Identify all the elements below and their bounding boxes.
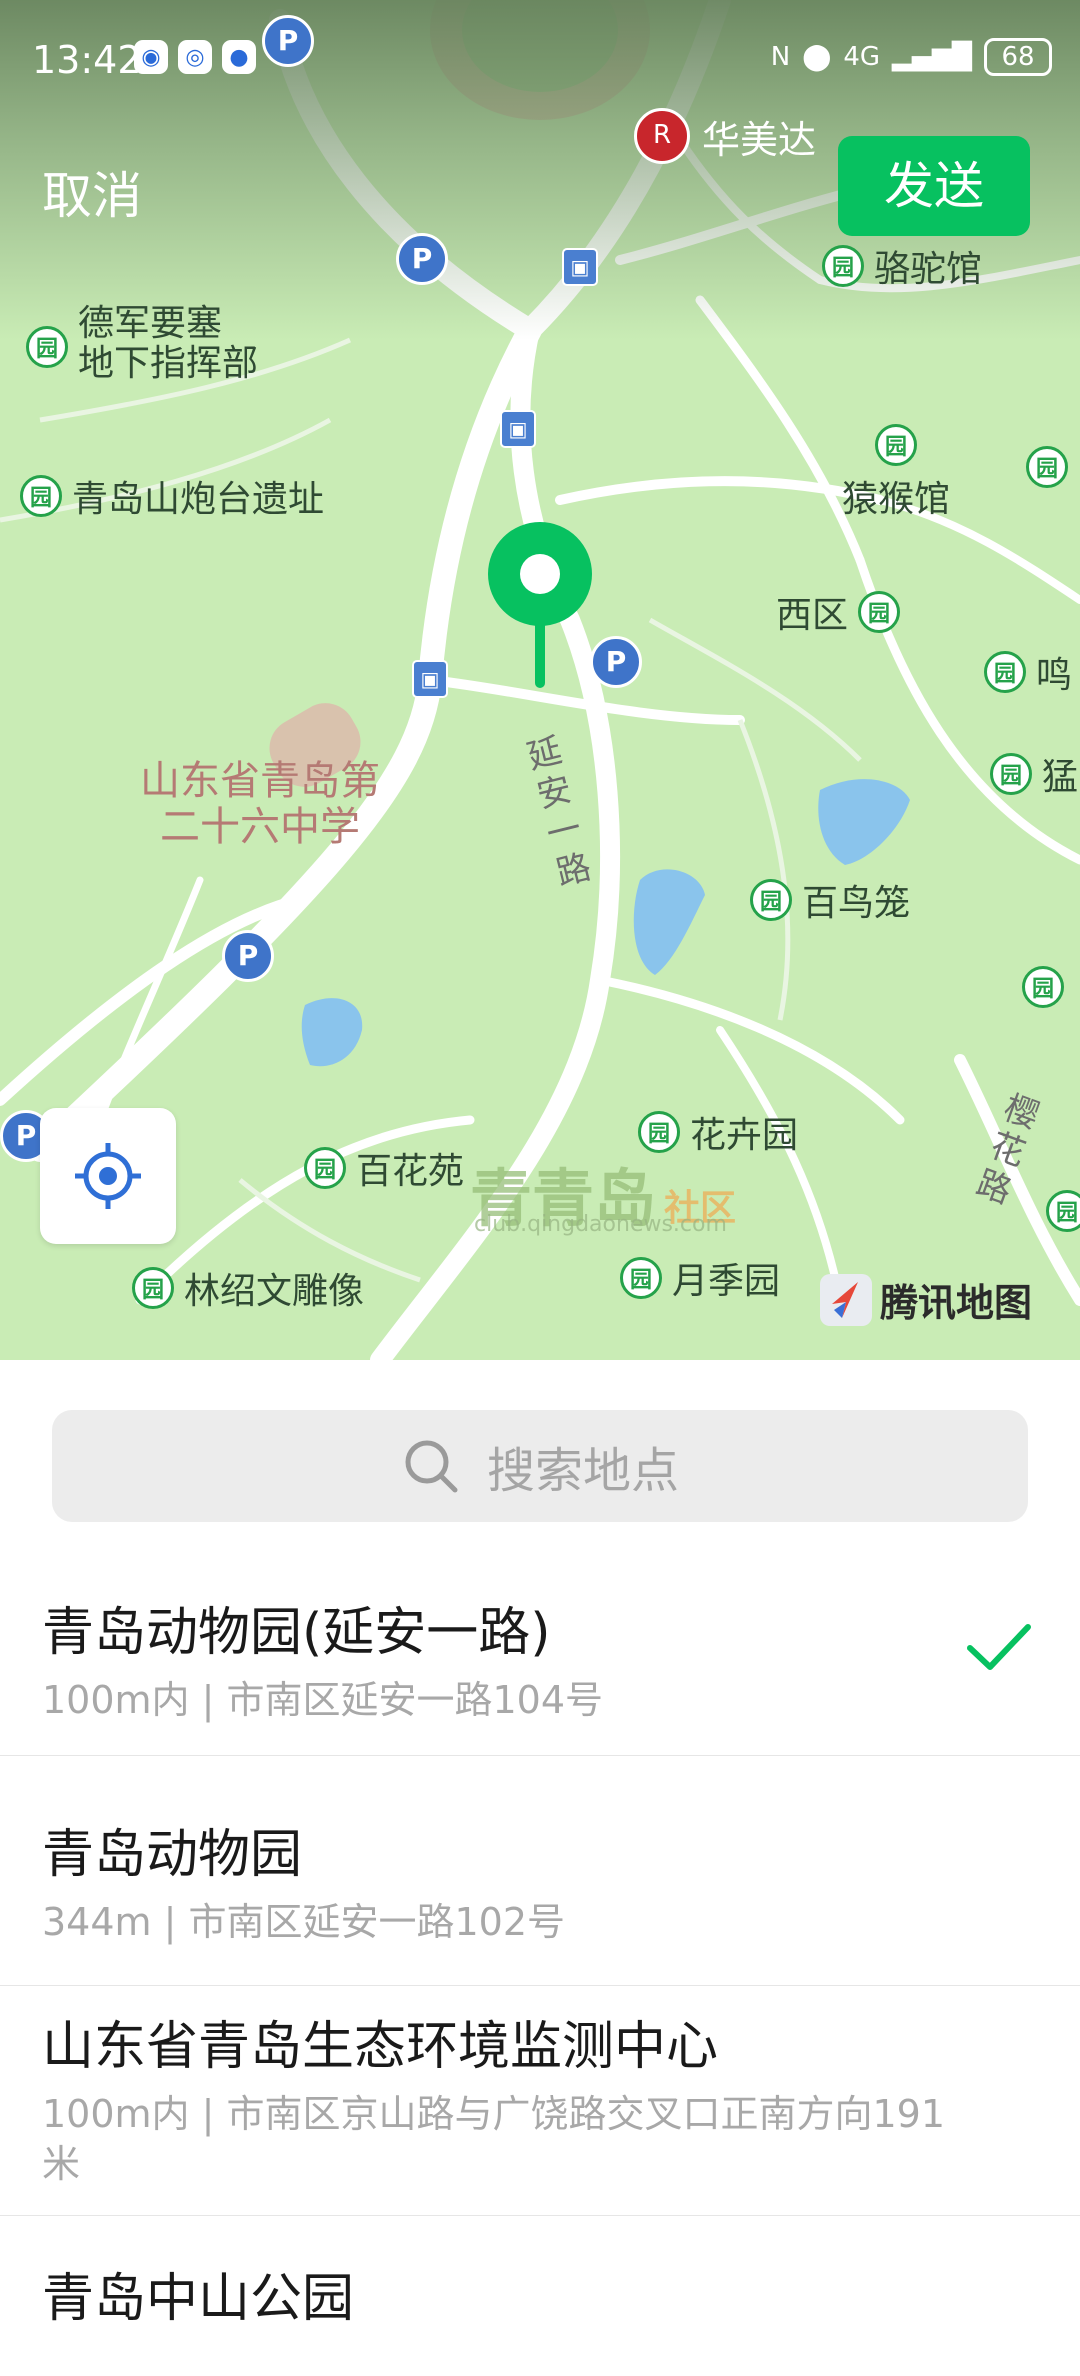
poi-marker[interactable]: 园 骆驼馆 [822,240,982,292]
locate-me-button[interactable] [40,1108,176,1244]
list-item[interactable]: 青岛动物园(延安一路) 100m内 | 市南区延安一路104号 [0,1560,1080,1756]
poi-label: 百花苑 [356,1151,465,1192]
school-label: 山东省青岛第 二十六中学 [140,758,380,850]
poi-label: 百鸟笼 [802,883,911,924]
poi-label: 西区 [776,595,849,636]
poi-marker[interactable]: 园 猛 [990,748,1078,800]
poi-marker[interactable]: 园 [1026,446,1068,488]
provider-name: 腾讯地图 [880,1281,1033,1325]
app-notification-icon: ◎ [178,40,212,74]
location-pin-icon [488,522,592,688]
result-title: 青岛动物园 [42,1825,303,1885]
location-panel: 搜索地点 青岛动物园(延安一路) 100m内 | 市南区延安一路104号 青岛动… [0,1360,1080,2376]
poi-marker[interactable]: 园 [1046,1190,1080,1232]
poi-marker[interactable]: 园 百鸟笼 [750,874,910,926]
park-poi-icon: 园 [1022,966,1064,1008]
park-poi-icon: 园 [132,1267,174,1309]
park-poi-icon: 园 [26,326,68,368]
selected-check-icon [967,1624,1031,1670]
park-poi-icon: 园 [875,424,917,466]
result-subtitle: 100m内 | 市南区延安一路104号 [42,1678,604,1722]
map-provider-logo: 腾讯地图 [820,1272,1032,1327]
poi-label: 猿猴馆 [842,479,951,520]
park-poi-icon: 园 [984,651,1026,693]
bus-stop-icon: ▣ [500,410,536,448]
result-title: 山东省青岛生态环境监测中心 [42,2017,719,2077]
poi-marker[interactable]: 园 西区 [776,586,901,638]
poi-marker[interactable]: 园 林绍文雕像 [132,1262,364,1314]
poi-label: 青岛山炮台遗址 [72,479,325,520]
list-item[interactable]: 山东省青岛生态环境监测中心 100m内 | 市南区京山路与广饶路交叉口正南方向1… [0,1986,1080,2216]
park-poi-icon: 园 [990,753,1032,795]
hotel-icon: R [634,108,690,164]
tencent-map-icon [820,1273,872,1326]
battery-indicator: 68 [984,38,1052,76]
status-indicators: N ⬤ 4G ▂▄▆█ 68 [771,38,1052,76]
poi-marker[interactable]: 园 猿猴馆 [842,424,950,522]
search-icon [405,1440,458,1493]
search-input[interactable]: 搜索地点 [52,1410,1028,1522]
result-title: 青岛动物园(延安一路) [42,1603,551,1663]
result-subtitle: 100m内 | 市南区京山路与广饶路交叉口正南方向191米 [42,2092,946,2186]
watermark-url: club.qingdaonews.com [474,1212,727,1237]
parking-icon: P [590,636,642,688]
nfc-icon: N [770,42,791,72]
poi-label: 林绍文雕像 [184,1271,365,1312]
poi-label: 骆驼馆 [874,249,983,290]
bus-stop-icon: ▣ [412,660,448,698]
bus-stop-icon: ▣ [562,248,598,286]
park-poi-icon: 园 [304,1147,346,1189]
park-poi-icon: 园 [20,475,62,517]
signal-icon: ▂▄▆█ [892,42,972,72]
poi-label: 猛 [1042,757,1079,798]
poi-marker[interactable]: 园 青岛山炮台遗址 [20,470,324,522]
parking-icon: P [222,930,274,982]
list-item[interactable]: 青岛动物园 344m | 市南区延安一路102号 [0,1756,1080,1986]
park-poi-icon: 园 [638,1111,680,1153]
poi-marker[interactable]: 园 [1022,966,1064,1008]
cancel-button[interactable]: 取消 [42,156,142,228]
location-icon: ⬤ [802,42,832,72]
park-poi-icon: 园 [822,245,864,287]
parking-icon: P [262,15,314,67]
park-poi-icon: 园 [620,1257,662,1299]
poi-marker[interactable]: 园 德军要塞 地下指挥部 [26,304,258,384]
poi-label: 德军要塞 地下指挥部 [78,303,259,384]
results-list: 青岛动物园(延安一路) 100m内 | 市南区延安一路104号 青岛动物园 34… [0,1560,1080,2336]
park-poi-icon: 园 [1046,1190,1080,1232]
app-notification-icon: ● [222,40,256,74]
poi-marker[interactable]: 园 月季园 [620,1252,780,1304]
park-poi-icon: 园 [750,879,792,921]
poi-hotel[interactable]: R 华美达 [634,108,816,164]
poi-label: 鸣 [1036,655,1073,696]
send-button[interactable]: 发送 [838,136,1030,236]
search-placeholder: 搜索地点 [486,1443,679,1499]
poi-label: 月季园 [672,1261,781,1302]
park-poi-icon: 园 [858,591,901,633]
list-item[interactable]: 青岛中山公园 [0,2216,1080,2336]
map-view[interactable]: 13:42 ◉ ◎ ● N ⬤ 4G ▂▄▆█ 68 取消 发送 R 华美达 P… [0,0,1080,1360]
poi-marker[interactable]: 园 百花苑 [304,1142,464,1194]
status-time: 13:42 [32,38,142,82]
result-title: 青岛中山公园 [42,2269,355,2329]
poi-marker[interactable]: 园 鸣 [984,646,1072,698]
park-poi-icon: 园 [1026,446,1068,488]
network-label: 4G [843,42,881,72]
app-notification-icon: ◉ [134,40,168,74]
parking-icon: P [396,233,448,285]
crosshair-icon [75,1143,141,1209]
poi-label: 华美达 [702,117,817,162]
result-subtitle: 344m | 市南区延安一路102号 [42,1900,566,1944]
